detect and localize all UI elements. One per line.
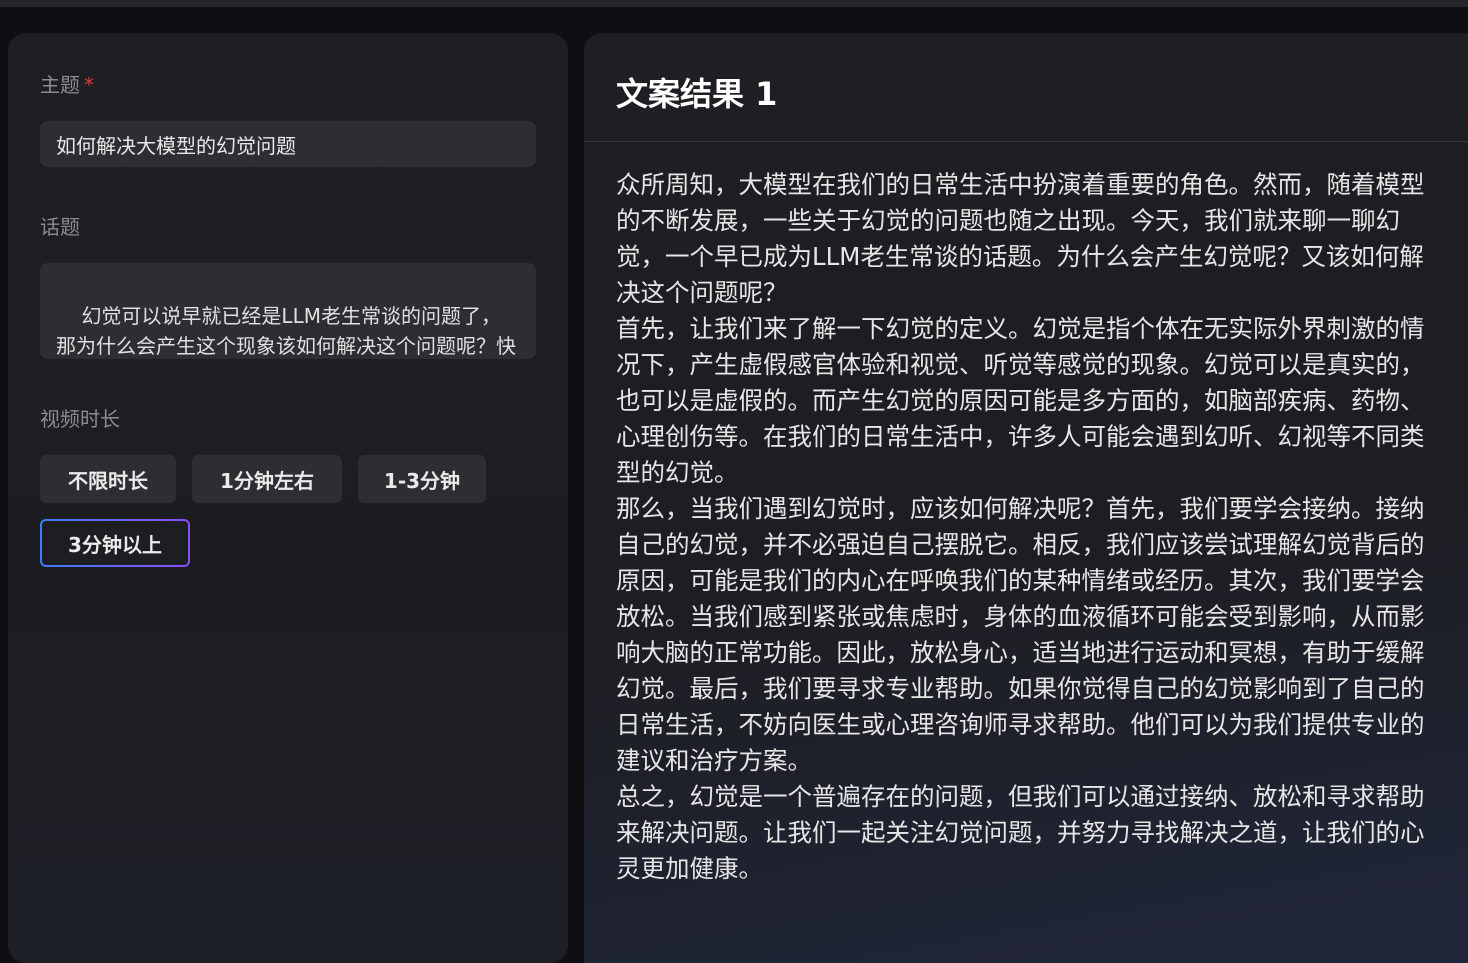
result-paragraph: 那么，当我们遇到幻觉时，应该如何解决呢？首先，我们要学会接纳。接纳自己的幻觉，并… xyxy=(616,494,1425,775)
topic-label-text: 主题 xyxy=(40,73,80,97)
result-text: 众所周知，大模型在我们的日常生活中扮演着重要的角色。然而，随着模型的不断发展，一… xyxy=(616,167,1436,887)
result-title: 文案结果 1 xyxy=(616,75,778,113)
duration-option-unlimited[interactable]: 不限时长 xyxy=(40,455,176,503)
subject-textarea[interactable]: 幻觉可以说早就已经是LLM老生常谈的问题了，那为什么会产生这个现象该如何解决这个… xyxy=(40,263,536,359)
topic-input[interactable]: 如何解决大模型的幻觉问题 xyxy=(40,121,536,167)
duration-label: 视频时长 xyxy=(40,407,120,431)
top-bar xyxy=(0,0,1468,7)
duration-option-3min-plus[interactable]: 3分钟以上 xyxy=(40,519,190,567)
topic-label: 主题 * xyxy=(40,69,94,98)
subject-label: 话题 xyxy=(40,215,80,239)
result-divider xyxy=(584,141,1468,142)
required-mark: * xyxy=(84,73,94,97)
result-paragraph: 总之，幻觉是一个普遍存在的问题，但我们可以通过接纳、放松和寻求帮助来解决问题。让… xyxy=(616,782,1425,883)
result-paragraph: 众所周知，大模型在我们的日常生活中扮演着重要的角色。然而，随着模型的不断发展，一… xyxy=(616,170,1425,307)
result-paragraph: 首先，让我们来了解一下幻觉的定义。幻觉是指个体在无实际外界刺激的情况下，产生虚假… xyxy=(616,314,1425,487)
duration-option-1min[interactable]: 1分钟左右 xyxy=(192,455,342,503)
topic-input-value: 如何解决大模型的幻觉问题 xyxy=(56,133,296,158)
result-panel: 文案结果 1 众所周知，大模型在我们的日常生活中扮演着重要的角色。然而，随着模型… xyxy=(584,33,1468,963)
subject-textarea-value: 幻觉可以说早就已经是LLM老生常谈的问题了，那为什么会产生这个现象该如何解决这个… xyxy=(56,304,516,358)
form-panel: 主题 * 如何解决大模型的幻觉问题 话题 幻觉可以说早就已经是LLM老生常谈的问题… xyxy=(8,33,568,963)
duration-option-1-3min[interactable]: 1-3分钟 xyxy=(358,455,486,503)
